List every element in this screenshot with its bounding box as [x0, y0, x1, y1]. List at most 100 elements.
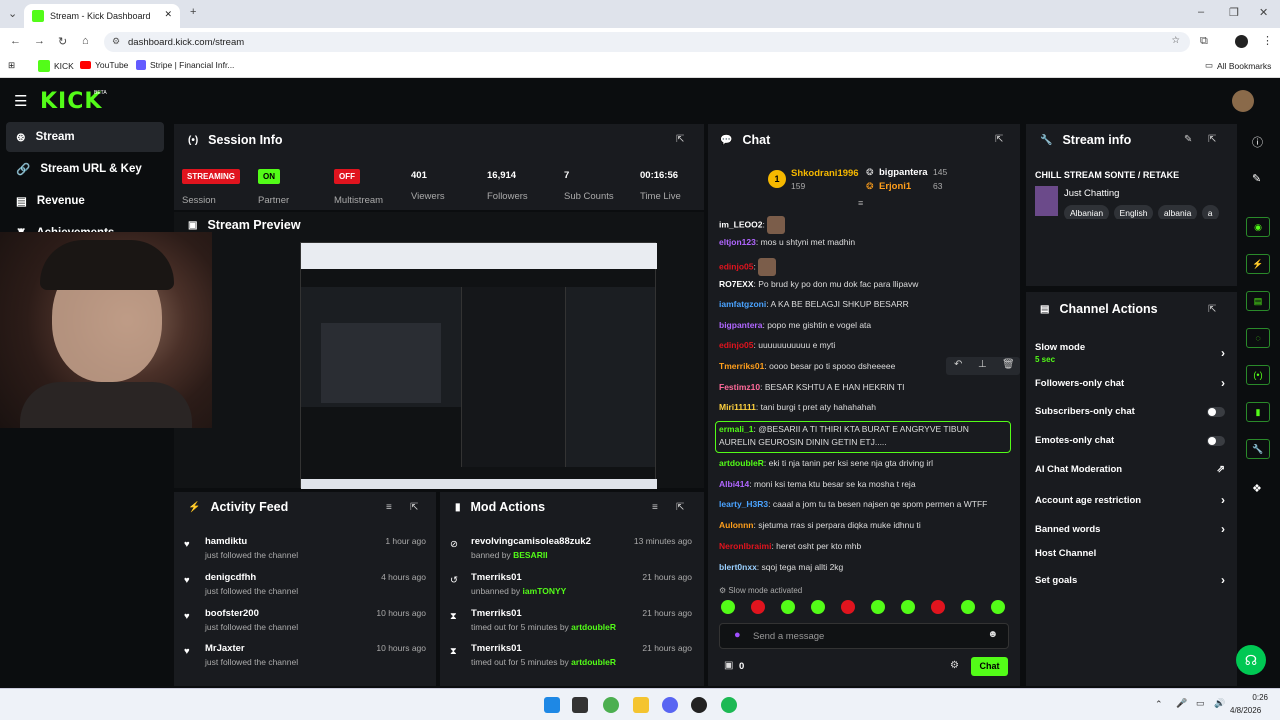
emote-picker-icon[interactable] — [811, 600, 825, 614]
edit-icon[interactable]: ✎ — [1184, 134, 1192, 145]
chat-username[interactable]: Neronlbraimi — [719, 541, 771, 551]
emote-picker-icon[interactable] — [991, 600, 1005, 614]
send-chat-button[interactable]: Chat — [971, 657, 1008, 676]
chrome-icon[interactable] — [603, 697, 619, 713]
chat-username[interactable]: Miri11111 — [719, 402, 756, 412]
home-icon[interactable]: ⌂ — [82, 35, 89, 47]
mic-icon[interactable]: 🎤 — [1176, 698, 1187, 709]
top-gifter-name[interactable]: bigpantera — [879, 167, 928, 178]
popout-icon[interactable]: ⇱ — [995, 134, 1003, 145]
chat-input[interactable]: ● Send a message ☻ — [719, 623, 1009, 649]
minimize-icon[interactable]: – — [1198, 6, 1204, 18]
capture-icon[interactable]: ◉ — [1246, 217, 1270, 237]
support-icon[interactable]: ☊ — [1236, 645, 1266, 675]
bolt-icon[interactable]: ⚡ — [1246, 254, 1270, 274]
close-window-icon[interactable]: ✕ — [1259, 6, 1268, 19]
extensions-icon[interactable]: ⧉ — [1200, 35, 1208, 48]
sidebar-item-stream-url[interactable]: 🔗 Stream URL & Key — [6, 154, 164, 184]
set-goals-row[interactable]: Set goals › — [1035, 573, 1225, 587]
top-gifter-name[interactable]: Shkodrani1996 — [791, 168, 859, 179]
mod-by-user[interactable]: BESARII — [513, 550, 547, 560]
chat-username[interactable]: Tmerriks01 — [719, 361, 764, 371]
bookmark-stripe[interactable]: Stripe | Financial Infr... — [136, 60, 234, 70]
reload-icon[interactable]: ↻ — [58, 35, 67, 48]
delete-icon[interactable]: 🗑 — [1002, 359, 1015, 370]
apps-icon[interactable]: ⊞ — [8, 60, 15, 71]
chat-username[interactable]: eltjon123 — [719, 237, 756, 247]
mod-by-user[interactable]: artdoubleR — [571, 622, 616, 632]
bookmark-star-icon[interactable]: ☆ — [1171, 35, 1180, 46]
subscribers-only-toggle[interactable] — [1207, 406, 1225, 417]
emote-picker-icon[interactable] — [751, 600, 765, 614]
user-avatar[interactable] — [1232, 90, 1254, 112]
chat-username[interactable]: im_LEOO2 — [719, 219, 762, 229]
popout-icon[interactable]: ⇱ — [676, 502, 684, 513]
chat-settings-icon[interactable]: ⚙ — [950, 660, 959, 671]
task-view-icon[interactable] — [572, 697, 588, 713]
mic-icon[interactable]: ● — [734, 629, 741, 641]
profile-avatar[interactable] — [1235, 35, 1248, 48]
forward-icon[interactable]: → — [34, 35, 45, 47]
site-info-icon[interactable]: ⚙ — [112, 36, 120, 47]
mod-by-user[interactable]: artdoubleR — [571, 657, 616, 667]
emote-picker-icon[interactable] — [871, 600, 885, 614]
broadcast-icon[interactable]: (•) — [1246, 365, 1270, 385]
top-gifter-name[interactable]: Erjoni1 — [879, 181, 911, 192]
emotes-only-toggle[interactable] — [1207, 435, 1225, 446]
tab-search-icon[interactable]: ⌄ — [8, 7, 17, 20]
popout-icon[interactable]: ⇱ — [410, 502, 418, 513]
host-channel-row[interactable]: Host Channel — [1035, 548, 1225, 559]
emote-picker-icon[interactable] — [961, 600, 975, 614]
account-age-row[interactable]: Account age restriction › — [1035, 493, 1225, 507]
windows-start-icon[interactable] — [544, 697, 560, 713]
ai-moderation-row[interactable]: AI Chat Moderation ⇗ — [1035, 464, 1225, 475]
filter-icon[interactable]: ≡ — [386, 502, 392, 513]
url-field[interactable]: ⚙ dashboard.kick.com/stream ☆ — [104, 32, 1190, 52]
filter-icon[interactable]: ≡ — [652, 502, 658, 513]
edit-icon[interactable]: ✎ — [1252, 172, 1261, 185]
category-name[interactable]: Just Chatting — [1064, 188, 1119, 199]
chat-username[interactable]: artdoubleR — [719, 458, 764, 468]
emoji-icon[interactable]: ☻ — [987, 629, 998, 640]
file-explorer-icon[interactable] — [633, 697, 649, 713]
tag[interactable]: a — [1201, 205, 1219, 219]
shield-icon[interactable]: ▮ — [1246, 402, 1270, 422]
chat-username[interactable]: Albi414 — [719, 479, 749, 489]
chat-filter-icon[interactable]: ≡ — [858, 198, 863, 208]
sidebar-item-revenue[interactable]: ▤ Revenue — [6, 186, 164, 216]
bookmark-kick[interactable]: KICK — [38, 60, 74, 72]
discord-icon[interactable] — [662, 697, 678, 713]
slow-mode-row[interactable]: Slow mode 5 sec › — [1035, 342, 1225, 364]
tag[interactable]: English — [1113, 205, 1154, 219]
mod-by-user[interactable]: iamTONYY — [523, 586, 567, 596]
info-icon[interactable]: ⓘ — [1252, 134, 1263, 150]
emote-picker-icon[interactable] — [931, 600, 945, 614]
tab-close-icon[interactable]: ✕ — [164, 9, 172, 20]
browser-menu-icon[interactable]: ⋮ — [1262, 34, 1273, 47]
network-icon[interactable]: ▭ — [1196, 698, 1205, 709]
bookmark-youtube[interactable]: YouTube — [80, 60, 128, 70]
community-icon[interactable]: ❖ — [1252, 482, 1262, 495]
wrench-icon[interactable]: 🔧 — [1246, 439, 1270, 459]
chat-username[interactable]: bigpantera — [719, 320, 762, 330]
popout-icon[interactable]: ⇱ — [1208, 134, 1216, 145]
chat-username[interactable]: iamfatgzoni — [719, 299, 766, 309]
volume-icon[interactable]: 🔊 — [1214, 698, 1225, 709]
maximize-icon[interactable]: ❐ — [1229, 6, 1239, 19]
chat-icon[interactable]: ◌ — [1246, 328, 1270, 348]
all-bookmarks[interactable]: ▭ All Bookmarks — [1205, 60, 1271, 71]
tag[interactable]: Albanian — [1064, 205, 1110, 219]
chat-username[interactable]: learty_H3R3 — [719, 499, 768, 509]
popout-icon[interactable]: ⇱ — [1208, 304, 1216, 315]
browser-tab[interactable]: Stream - Kick Dashboard ✕ — [24, 4, 180, 28]
tag[interactable]: albania — [1157, 205, 1198, 219]
chat-username[interactable]: edinjo05 — [719, 261, 753, 271]
followers-only-row[interactable]: Followers-only chat › — [1035, 376, 1225, 390]
new-tab-icon[interactable]: + — [190, 6, 196, 18]
pin-icon[interactable]: ⊥ — [978, 359, 987, 370]
emote-picker-icon[interactable] — [781, 600, 795, 614]
emote-picker-icon[interactable] — [901, 600, 915, 614]
kick-points-icon[interactable]: ▣ — [724, 660, 733, 671]
emote-picker-icon[interactable] — [721, 600, 735, 614]
chat-username[interactable]: Aulonnn — [719, 520, 753, 530]
